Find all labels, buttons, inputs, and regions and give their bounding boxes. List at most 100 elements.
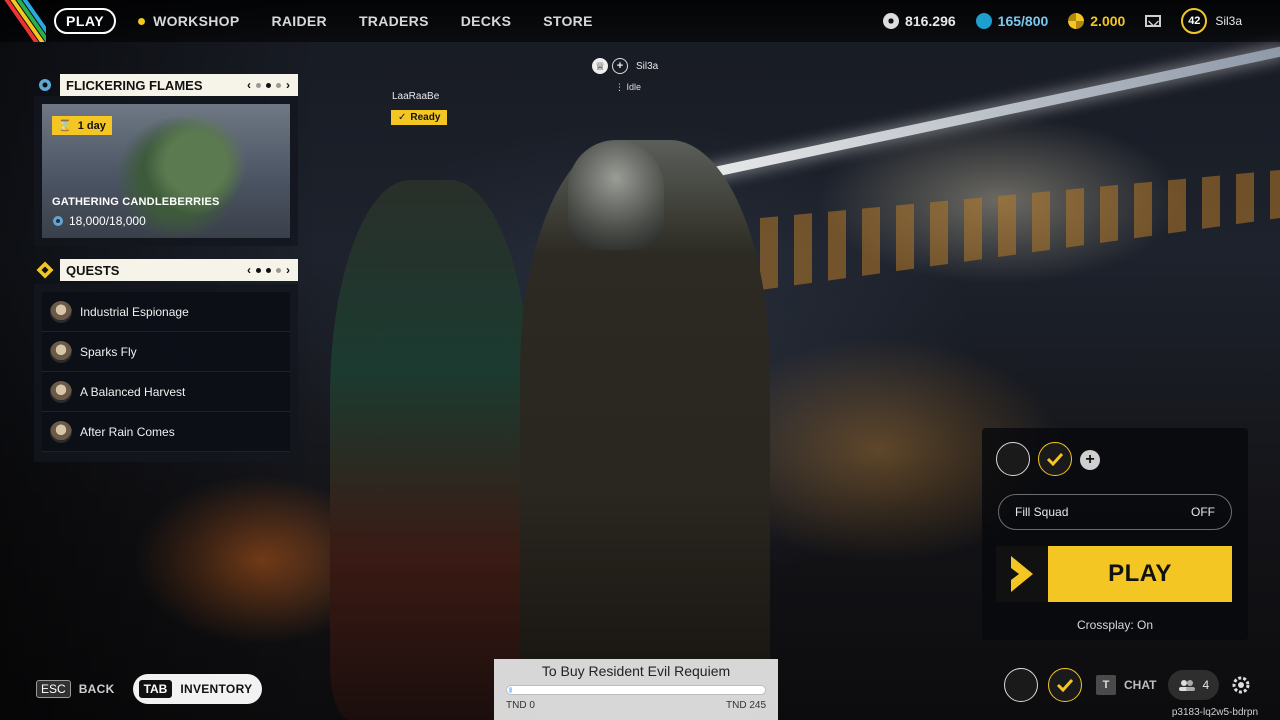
fill-squad-label: Fill Squad: [1015, 505, 1069, 519]
main-nav: PLAY WORKSHOP RAIDER TRADERS DECKS STORE: [54, 8, 593, 34]
back-button[interactable]: ESC BACK: [36, 680, 115, 698]
character-raider-left: [330, 180, 530, 720]
quest-giver-avatar-icon: [50, 380, 72, 403]
quest-giver-avatar-icon: [50, 340, 72, 363]
quest-giver-avatar-icon: [50, 300, 72, 323]
fill-squad-value: OFF: [1191, 505, 1215, 519]
inventory-label: INVENTORY: [180, 682, 253, 696]
gold-token-icon: [1068, 13, 1085, 29]
fill-squad-toggle[interactable]: Fill Squad OFF: [998, 494, 1232, 530]
sleep-icon: ⋮: [615, 82, 624, 92]
gold-value: 2.000: [1090, 13, 1126, 29]
goal-min: TND 0: [506, 700, 535, 711]
add-friend-icon[interactable]: +: [612, 58, 628, 74]
nav-decks[interactable]: DECKS: [461, 13, 512, 29]
quest-item[interactable]: Sparks Fly: [42, 332, 290, 372]
event-pager: ‹ ›: [247, 78, 298, 92]
nav-traders[interactable]: TRADERS: [359, 13, 429, 29]
friends-button[interactable]: 4: [1168, 670, 1220, 700]
event-name: GATHERING CANDLEBERRIES: [52, 196, 220, 208]
goal-progress-track: [506, 685, 766, 695]
quests-panel-header: QUESTS ‹ ›: [34, 259, 298, 281]
page-dot-active-icon: [266, 267, 271, 273]
blue-currency[interactable]: 165/800: [975, 13, 1049, 29]
quests-title: QUESTS: [66, 262, 120, 278]
nav-workshop[interactable]: WORKSHOP: [138, 13, 239, 29]
coins-currency[interactable]: 816.296: [883, 13, 956, 29]
event-card[interactable]: ⌛ 1 day GATHERING CANDLEBERRIES 18,000/1…: [34, 96, 298, 246]
nav-raider[interactable]: RAIDER: [271, 13, 326, 29]
event-progress-value: 18,000/18,000: [69, 214, 146, 228]
page-dot-active-icon: [266, 82, 271, 88]
player-level-badge[interactable]: 42: [1181, 8, 1208, 34]
coins-value: 816.296: [905, 13, 956, 29]
host-status-label: Idle: [626, 82, 642, 92]
nav-play[interactable]: PLAY: [54, 8, 117, 34]
event-title-bar: FLICKERING FLAMES ‹ ›: [60, 74, 298, 96]
nav-store[interactable]: STORE: [543, 13, 592, 29]
event-timer: 1 day: [77, 119, 106, 132]
chevron-right-icon[interactable]: ›: [286, 78, 290, 92]
bunting-flags: [760, 170, 1280, 290]
checkmark-icon: ✓: [398, 112, 407, 123]
play-chevron-icon: [996, 546, 1048, 602]
squad-ready-check-icon[interactable]: [1038, 442, 1072, 476]
inventory-button[interactable]: TAB INVENTORY: [132, 674, 263, 704]
quest-item[interactable]: Industrial Espionage: [42, 292, 290, 332]
chevron-right-icon[interactable]: ›: [286, 263, 290, 277]
goal-progress-fill: [509, 687, 512, 693]
ready-check-icon[interactable]: [1048, 668, 1082, 702]
notification-dot-icon: [138, 17, 146, 25]
party-member-name: LaaRaaBe: [392, 91, 440, 102]
host-player-tag: ♕ + Sil3a: [592, 58, 658, 74]
quest-item[interactable]: A Balanced Harvest: [42, 372, 290, 412]
event-image: ⌛ 1 day GATHERING CANDLEBERRIES 18,000/1…: [42, 104, 290, 238]
quest-label: After Rain Comes: [80, 424, 175, 439]
settings-gear-icon[interactable]: [1227, 671, 1255, 699]
ready-label: Ready: [410, 112, 441, 123]
quests-title-bar: QUESTS ‹ ›: [60, 259, 298, 281]
chat-button[interactable]: CHAT: [1124, 678, 1156, 692]
page-dot-icon: [256, 82, 261, 88]
t-key: T: [1096, 675, 1116, 695]
quest-label: Industrial Espionage: [80, 304, 189, 319]
hourglass-icon: ⌛: [58, 120, 72, 132]
quests-list: Industrial Espionage Sparks Fly A Balanc…: [34, 284, 298, 462]
gear-badge-icon: [34, 74, 56, 96]
tab-key: TAB: [138, 680, 173, 698]
ready-status-badge: ✓ Ready: [391, 110, 448, 125]
player-name[interactable]: Sil3a: [1215, 14, 1242, 28]
back-label: BACK: [78, 682, 115, 696]
event-panel-header: FLICKERING FLAMES ‹ ›: [34, 74, 298, 96]
event-timer-badge: ⌛ 1 day: [52, 116, 112, 135]
squad-avatar-icon[interactable]: [996, 442, 1030, 476]
bottom-left-controls: ESC BACK TAB INVENTORY: [36, 674, 263, 704]
add-squad-member-icon[interactable]: +: [1080, 450, 1100, 470]
chevron-left-icon[interactable]: ‹: [247, 263, 251, 277]
mail-icon[interactable]: [1145, 15, 1162, 27]
quest-diamond-icon: [34, 259, 56, 281]
page-dot-icon: [276, 82, 281, 88]
donation-goal-widget: To Buy Resident Evil Requiem TND 0 TND 2…: [494, 659, 778, 720]
host-status: ⋮ Idle: [615, 82, 641, 93]
currency-bar: 816.296 165/800 2.000 42 Sil3a: [883, 8, 1280, 34]
play-button-label: PLAY: [1108, 560, 1172, 587]
quests-pager: ‹ ›: [247, 263, 298, 277]
play-panel: + Fill Squad OFF PLAY Crossplay: On: [982, 428, 1248, 640]
quest-item[interactable]: After Rain Comes: [42, 412, 290, 452]
character-helmet: [568, 140, 664, 250]
goal-max: TND 245: [725, 700, 766, 711]
player-avatar-icon[interactable]: [1004, 668, 1038, 702]
play-button[interactable]: PLAY: [996, 546, 1232, 602]
quest-label: A Balanced Harvest: [80, 384, 186, 399]
crossplay-status[interactable]: Crossplay: On: [982, 618, 1248, 632]
build-id: p3183-lq2w5-bdrpn: [1171, 707, 1258, 718]
chevron-left-icon[interactable]: ‹: [247, 78, 251, 92]
gold-currency[interactable]: 2.000: [1068, 13, 1125, 29]
goal-title: To Buy Resident Evil Requiem: [541, 663, 731, 679]
top-bar: PLAY WORKSHOP RAIDER TRADERS DECKS STORE…: [0, 0, 1280, 42]
blue-token-icon: [975, 13, 992, 29]
goal-labels: TND 0 TND 245: [506, 700, 766, 711]
event-progress: 18,000/18,000: [52, 214, 146, 228]
blue-value: 165/800: [997, 13, 1049, 29]
